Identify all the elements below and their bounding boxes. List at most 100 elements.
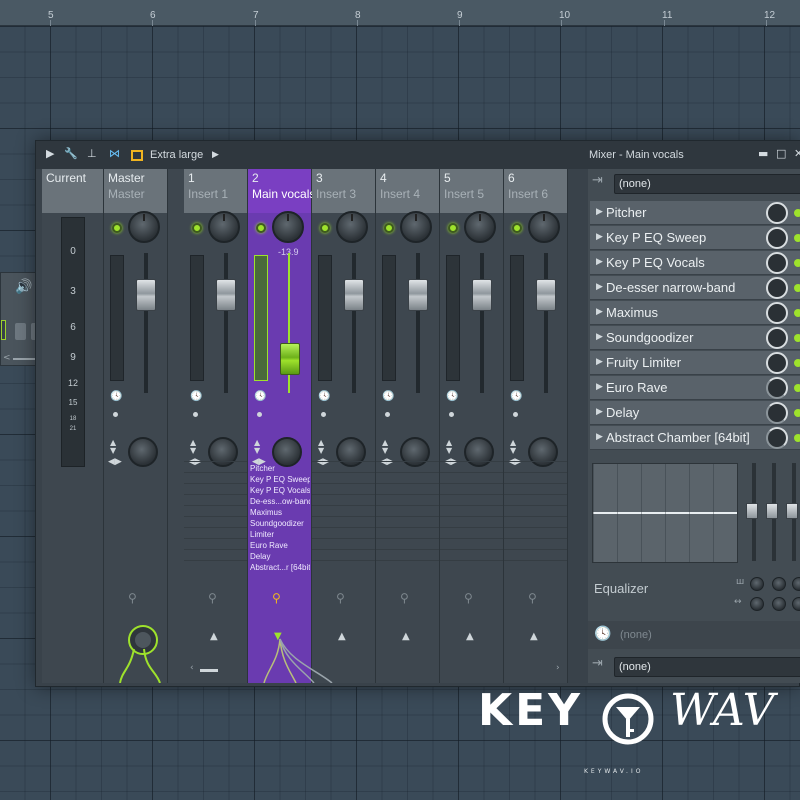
mute-led[interactable]	[112, 223, 122, 233]
eq-freq-knob[interactable]	[750, 577, 764, 591]
mixer-titlebar[interactable]: ▶ 🔧 ⊥ ⋈ Extra large ▶ Mixer - Main vocal…	[36, 141, 800, 169]
maximize-icon[interactable]: □	[776, 147, 786, 160]
mix-knob[interactable]	[766, 302, 788, 324]
swap-updown-icon[interactable]: ▲ ▼	[110, 439, 116, 455]
mute-led[interactable]	[192, 223, 202, 233]
stereo-knob[interactable]	[128, 437, 158, 467]
route-icon[interactable]: ⚲	[400, 591, 409, 605]
mix-knob[interactable]	[766, 377, 788, 399]
route-icon[interactable]: ⚲	[464, 591, 473, 605]
record-dot[interactable]	[257, 412, 262, 417]
fx-slot-area[interactable]	[504, 461, 567, 571]
expand-icon[interactable]: ▶	[596, 432, 603, 442]
mix-knob[interactable]	[766, 402, 788, 424]
slot-enable-led[interactable]	[794, 209, 800, 217]
fx-slot-area[interactable]	[184, 461, 247, 571]
record-dot[interactable]	[193, 412, 198, 417]
yellow-square-icon[interactable]	[131, 150, 143, 161]
slot-enable-led[interactable]	[794, 334, 800, 342]
fx-slot-6[interactable]: ▶ Soundgoodizer	[590, 326, 800, 350]
swap-updown-icon[interactable]: ▲ ▼	[254, 439, 260, 455]
mute-led[interactable]	[384, 223, 394, 233]
swap-lr-icon[interactable]: ◀▶	[108, 457, 122, 467]
fx-slot-3[interactable]: ▶ Key P EQ Vocals	[590, 251, 800, 275]
mix-knob[interactable]	[766, 252, 788, 274]
eq-freq-knob[interactable]	[792, 577, 800, 591]
fx-slot-list[interactable]: Pitcher Key P EQ Sweep Key P EQ Vocals D…	[250, 463, 310, 573]
fx-slot-4[interactable]: ▶ De-esser narrow-band	[590, 276, 800, 300]
mix-knob[interactable]	[766, 427, 788, 449]
fx-slot[interactable]: Key P EQ Vocals	[250, 485, 310, 496]
expand-icon[interactable]: ▶	[596, 407, 603, 417]
slot-enable-led[interactable]	[794, 384, 800, 392]
fx-slot[interactable]: Abstract...r [64bit]	[250, 562, 310, 573]
wrench-icon[interactable]: 🔧	[64, 147, 78, 160]
fx-slot[interactable]: Maximus	[250, 507, 310, 518]
eq-band-fader[interactable]	[766, 503, 778, 519]
timeline-ruler[interactable]: 5 6 7 8 9 10 11 12	[0, 0, 800, 26]
arrow-right-icon[interactable]: ▶	[212, 150, 219, 160]
strip-insert-5[interactable]: 5 Insert 5 🕓 ▲▼ ◀▶ ⚲ ▲	[440, 169, 504, 683]
route-icon[interactable]: ⚲	[128, 591, 137, 605]
mix-knob[interactable]	[766, 202, 788, 224]
fx-slot-7[interactable]: ▶ Fruity Limiter	[590, 351, 800, 375]
slot-enable-led[interactable]	[794, 234, 800, 242]
eq-freq-knob[interactable]	[772, 577, 786, 591]
fx-slot[interactable]: Euro Rave	[250, 540, 310, 551]
expand-icon[interactable]: ▶	[596, 232, 603, 242]
fx-slot-2[interactable]: ▶ Key P EQ Sweep	[590, 226, 800, 250]
eq-bw-knob[interactable]	[792, 597, 800, 611]
mute-led[interactable]	[256, 223, 266, 233]
clock-icon[interactable]: 🕓	[254, 391, 266, 402]
eq-band-fader[interactable]	[746, 503, 758, 519]
size-label[interactable]: Extra large	[150, 149, 203, 161]
fx-slot[interactable]: Key P EQ Sweep	[250, 474, 310, 485]
pan-knob[interactable]	[128, 211, 160, 243]
record-dot[interactable]	[513, 412, 518, 417]
swap-updown-icon[interactable]: ▲ ▼	[318, 439, 324, 455]
pan-knob[interactable]	[528, 211, 560, 243]
fx-slot[interactable]: Delay	[250, 551, 310, 562]
fx-slot-10[interactable]: ▶ Abstract Chamber [64bit]	[590, 426, 800, 450]
strip-insert-3[interactable]: 3 Insert 3 🕓 ▲▼ ◀▶ ⚲ ▲	[312, 169, 376, 683]
mix-knob[interactable]	[766, 277, 788, 299]
volume-fader[interactable]	[136, 279, 156, 311]
pan-knob[interactable]	[208, 211, 240, 243]
slot-enable-led[interactable]	[794, 359, 800, 367]
volume-fader[interactable]	[344, 279, 364, 311]
eq-graph[interactable]	[592, 463, 738, 563]
pan-knob[interactable]	[336, 211, 368, 243]
route-icon[interactable]: ⚲	[528, 591, 537, 605]
eq-bw-knob[interactable]	[772, 597, 786, 611]
swap-updown-icon[interactable]: ▲ ▼	[190, 439, 196, 455]
strip-insert-1[interactable]: 1 Insert 1 🕓 ▲▼ ◀▶ ⚲ ▲	[184, 169, 248, 683]
record-dot[interactable]	[385, 412, 390, 417]
expand-icon[interactable]: ▶	[596, 332, 603, 342]
pan-knob[interactable]	[272, 211, 304, 243]
expand-icon[interactable]: ▶	[596, 307, 603, 317]
fx-slot[interactable]: De-ess...ow-band	[250, 496, 310, 507]
volume-fader[interactable]	[280, 343, 300, 375]
fx-slot-9[interactable]: ▶ Delay	[590, 401, 800, 425]
expand-icon[interactable]: ▶	[596, 207, 603, 217]
expand-icon[interactable]: ▶	[596, 382, 603, 392]
close-icon[interactable]: ✕	[794, 147, 800, 160]
output-dropdown[interactable]: (none) ▶	[614, 657, 800, 677]
record-dot[interactable]	[449, 412, 454, 417]
fx-slot-8[interactable]: ▶ Euro Rave	[590, 376, 800, 400]
clock-icon[interactable]: 🕓	[190, 391, 202, 402]
mix-knob[interactable]	[766, 227, 788, 249]
pan-knob[interactable]	[464, 211, 496, 243]
slot-enable-led[interactable]	[794, 434, 800, 442]
fx-slot-1[interactable]: ▶ Pitcher	[590, 201, 800, 225]
mix-knob[interactable]	[766, 327, 788, 349]
clock-icon[interactable]: 🕓	[446, 391, 458, 402]
expand-icon[interactable]: ▶	[596, 282, 603, 292]
record-dot[interactable]	[113, 412, 118, 417]
expand-icon[interactable]: ▶	[596, 257, 603, 267]
clock-icon[interactable]: 🕓	[110, 391, 122, 402]
clock-icon[interactable]: 🕓	[318, 391, 330, 402]
latency-row[interactable]: 🕓 (none)	[588, 621, 800, 649]
swap-updown-icon[interactable]: ▲ ▼	[510, 439, 516, 455]
expand-icon[interactable]: ▶	[596, 357, 603, 367]
